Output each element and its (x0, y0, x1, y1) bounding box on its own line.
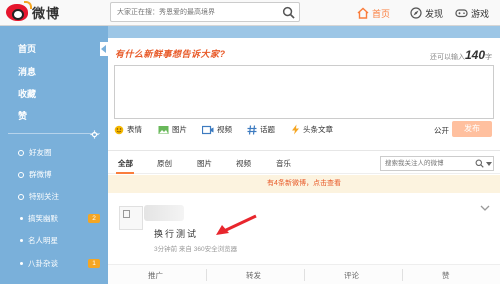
bullet-icon (20, 262, 23, 265)
sidebar-item-friends-circle[interactable]: 好友圈 (18, 147, 52, 158)
image-icon (158, 125, 169, 134)
sidebar-group-label: 群微博 (29, 170, 52, 179)
topic-button[interactable]: 话题 (247, 124, 275, 135)
new-posts-notice[interactable]: 有4条新微博，点击查看 (108, 175, 500, 193)
main-content: 有什么新鲜事想告诉大家? 还可以输入140字 表情 图片 视频 话题 头条文章 … (108, 38, 500, 284)
article-button[interactable]: 头条文章 (291, 124, 333, 135)
unread-badge: 1 (88, 259, 100, 268)
char-counter-value: 140 (464, 48, 485, 62)
post-meta: 3分钟前 来自 360安全浏览器 (154, 246, 238, 253)
home-icon (357, 7, 369, 19)
chevron-down-icon[interactable] (486, 162, 492, 166)
feed-post: 换行测试 3分钟前 来自 360安全浏览器 (108, 200, 500, 260)
char-counter-prefix: 还可以输入 (429, 54, 465, 61)
nav-game-label: 游戏 (471, 8, 490, 19)
action-divider (402, 269, 403, 281)
search-icon[interactable] (282, 6, 295, 19)
sidebar-group-label: 好友圈 (29, 148, 52, 157)
gear-icon[interactable] (90, 130, 99, 139)
sidebar-item-home[interactable]: 首页 (18, 42, 36, 55)
bullet-icon (20, 239, 23, 242)
nav-discover[interactable]: 发现 (410, 5, 443, 21)
gamepad-icon (455, 9, 468, 18)
logo-text: 微博 (32, 6, 61, 21)
left-sidebar: 首页 消息 收藏 赞 好友圈 群微博 特别关注 搞笑幽默 2 名人明星 八卦杂谈… (0, 26, 108, 284)
circle-icon (18, 149, 24, 156)
top-bar: 微博 首页 发现 游戏 (0, 0, 500, 26)
tab-images[interactable]: 图片 (197, 158, 212, 169)
feed-search-box (380, 156, 494, 171)
sidebar-collapse-handle[interactable] (100, 42, 108, 56)
weibo-eye-icon (6, 1, 32, 21)
video-label: 视频 (217, 125, 232, 134)
search-input[interactable] (111, 3, 277, 21)
search-icon[interactable] (475, 159, 484, 168)
sidebar-group-label: 搞笑幽默 (28, 214, 58, 223)
sidebar-group-label: 八卦杂谈 (28, 259, 58, 268)
smiley-icon (114, 125, 124, 134)
topic-label: 话题 (260, 125, 275, 134)
annotation-arrow-icon (216, 214, 257, 235)
video-icon (202, 125, 214, 134)
sidebar-divider (8, 133, 100, 134)
circle-icon (18, 171, 24, 178)
tab-videos[interactable]: 视频 (236, 158, 251, 169)
repost-button[interactable]: 转发 (246, 270, 261, 281)
sidebar-item-celebrities[interactable]: 名人明星 (18, 235, 58, 246)
weibo-logo[interactable]: 微博 (6, 1, 61, 22)
post-actions: 推广 转发 评论 赞 (108, 264, 500, 284)
compass-icon (410, 7, 422, 19)
comment-button[interactable]: 评论 (344, 270, 359, 281)
nav-game[interactable]: 游戏 (455, 5, 489, 21)
tab-all[interactable]: 全部 (118, 158, 133, 169)
image-button[interactable]: 图片 (158, 124, 187, 135)
sidebar-item-likes[interactable]: 赞 (18, 109, 27, 122)
emoji-button[interactable]: 表情 (114, 124, 142, 135)
tab-original[interactable]: 原创 (157, 158, 172, 169)
sidebar-item-gossip[interactable]: 八卦杂谈 (18, 258, 58, 269)
lightning-icon (292, 124, 299, 135)
hashtag-icon (247, 124, 257, 135)
circle-icon (18, 193, 24, 200)
sidebar-item-group-weibo[interactable]: 群微博 (18, 169, 52, 180)
sidebar-group-label: 特别关注 (29, 192, 59, 201)
promote-button[interactable]: 推广 (148, 270, 163, 281)
publish-button[interactable]: 发布 (452, 121, 492, 137)
action-divider (206, 269, 207, 281)
feed-search-input[interactable] (381, 157, 477, 170)
char-counter-suffix: 字 (485, 54, 492, 61)
sidebar-item-special-follow[interactable]: 特别关注 (18, 191, 59, 202)
video-button[interactable]: 视频 (202, 124, 232, 135)
sidebar-item-funny[interactable]: 搞笑幽默 (18, 213, 58, 224)
image-label: 图片 (172, 125, 187, 134)
username-redacted (144, 205, 184, 221)
unread-badge: 2 (88, 214, 100, 223)
tab-music[interactable]: 音乐 (276, 158, 291, 169)
sidebar-item-favorites[interactable]: 收藏 (18, 87, 36, 100)
emoji-label: 表情 (127, 125, 142, 134)
post-text: 换行测试 (154, 229, 199, 239)
like-button[interactable]: 赞 (442, 270, 450, 281)
chevron-down-icon[interactable] (480, 204, 490, 212)
article-label: 头条文章 (303, 125, 333, 134)
feed-filter-bar: 全部 原创 图片 视频 音乐 (108, 150, 500, 174)
avatar[interactable] (119, 206, 143, 230)
nav-home[interactable]: 首页 (357, 5, 390, 21)
sidebar-item-messages[interactable]: 消息 (18, 65, 36, 78)
compose-prompt: 有什么新鲜事想告诉大家? (115, 49, 226, 59)
sidebar-group-label: 名人明星 (28, 236, 58, 245)
active-tab-indicator (116, 172, 134, 174)
compose-textarea[interactable] (114, 65, 494, 119)
action-divider (304, 269, 305, 281)
bullet-icon (20, 217, 23, 220)
nav-home-label: 首页 (372, 8, 391, 19)
nav-discover-label: 发现 (425, 8, 444, 19)
search-box (110, 2, 300, 22)
char-counter: 还可以输入140字 (430, 48, 492, 62)
